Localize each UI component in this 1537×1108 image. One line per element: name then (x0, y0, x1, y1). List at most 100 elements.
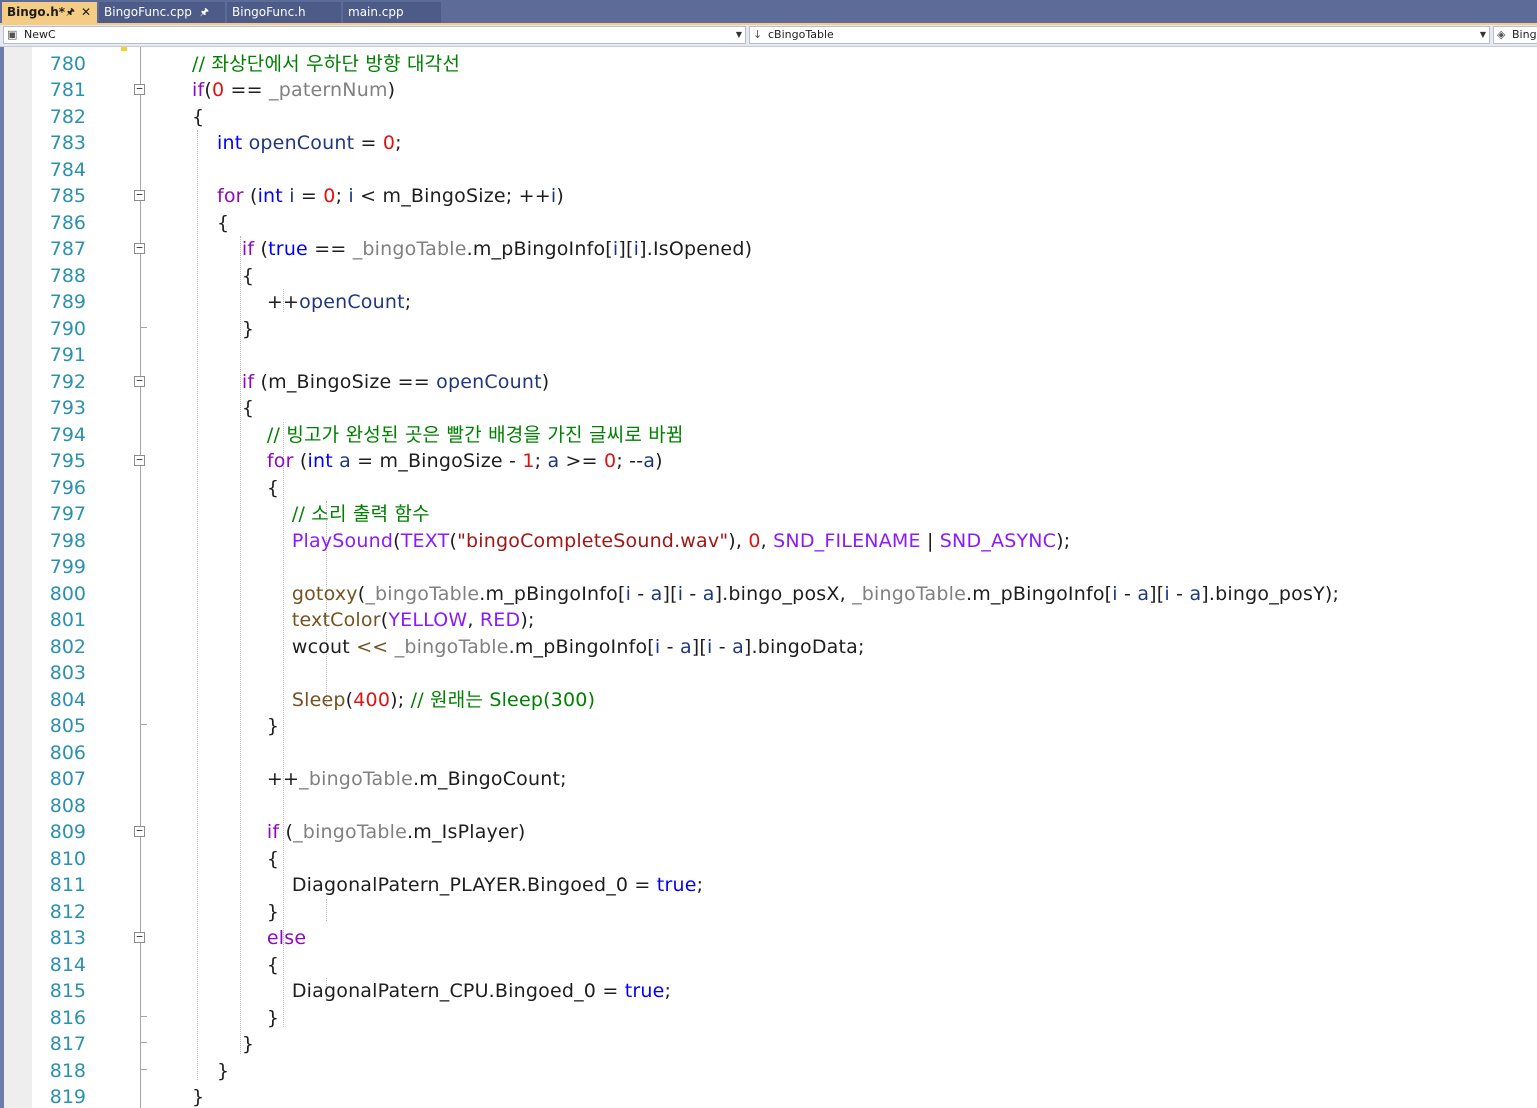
code-line[interactable]: 781 − if(0 == _paternNum) (0, 77, 1537, 104)
chevron-down-icon[interactable]: ▼ (736, 27, 742, 43)
code-text[interactable]: } (192, 1031, 254, 1057)
code-text[interactable]: ++_bingoTable.m_BingoCount; (192, 766, 567, 792)
code-line[interactable]: 793 { (0, 395, 1537, 422)
code-text[interactable]: if (true == _bingoTable.m_pBingoInfo[i][… (192, 236, 752, 262)
tab-bingofunc-cpp[interactable]: BingoFunc.cpp 🖈︎ (99, 2, 225, 23)
code-line[interactable]: 784 (0, 157, 1537, 184)
tab-bingofunc-h[interactable]: BingoFunc.h (227, 2, 341, 23)
code-line[interactable]: 809 − if (_bingoTable.m_IsPlayer) (0, 819, 1537, 846)
code-line[interactable]: 783 int openCount = 0; (0, 130, 1537, 157)
code-line[interactable]: 817 } (0, 1031, 1537, 1058)
code-line[interactable]: 808 (0, 793, 1537, 820)
code-line[interactable]: 792 − if (m_BingoSize == openCount) (0, 369, 1537, 396)
pin-icon[interactable]: 🖈︎ (66, 2, 75, 23)
collapse-toggle-icon[interactable]: − (134, 931, 145, 943)
scope-dropdown[interactable]: ↓ cBingoTable ▼ (749, 26, 1490, 44)
code-text[interactable]: { (192, 210, 229, 236)
code-text[interactable]: } (192, 1084, 204, 1108)
code-line[interactable]: 796 { (0, 475, 1537, 502)
code-line[interactable]: 811 DiagonalPatern_PLAYER.Bingoed_0 = tr… (0, 872, 1537, 899)
code-text[interactable]: if (_bingoTable.m_IsPlayer) (192, 819, 526, 845)
code-line[interactable]: 791 (0, 342, 1537, 369)
member-dropdown[interactable]: ◈ Bing (1493, 26, 1537, 44)
code-text[interactable]: for (int i = 0; i < m_BingoSize; ++i) (192, 183, 564, 209)
pin-icon[interactable]: 🖈︎ (200, 2, 209, 23)
code-text[interactable]: ++openCount; (192, 289, 411, 315)
code-line[interactable]: 794 // 빙고가 완성된 곳은 빨간 배경을 가진 글씨로 바뀜 (0, 422, 1537, 449)
code-text[interactable]: // 빙고가 완성된 곳은 빨간 배경을 가진 글씨로 바뀜 (192, 422, 684, 448)
code-token: ][ (691, 635, 708, 658)
collapse-toggle-icon[interactable]: − (134, 454, 145, 466)
code-token: - (1117, 582, 1138, 605)
code-text[interactable]: } (192, 316, 254, 342)
code-text[interactable]: gotoxy(_bingoTable.m_pBingoInfo[i - a][i… (192, 581, 1339, 607)
code-text[interactable]: if (m_BingoSize == openCount) (192, 369, 549, 395)
code-text[interactable]: // 소리 출력 함수 (192, 501, 430, 527)
code-line[interactable]: 786 { (0, 210, 1537, 237)
code-text[interactable]: { (192, 846, 279, 872)
code-text[interactable]: PlaySound(TEXT("bingoCompleteSound.wav")… (192, 528, 1070, 554)
code-text[interactable]: DiagonalPatern_CPU.Bingoed_0 = true; (192, 978, 671, 1004)
code-text[interactable]: else (192, 925, 306, 951)
code-line[interactable]: 814 { (0, 952, 1537, 979)
code-line[interactable]: 780 // 좌상단에서 우하단 방향 대각선 (0, 51, 1537, 78)
code-line[interactable]: 804 Sleep(400); // 원래는 Sleep(300) (0, 687, 1537, 714)
code-line[interactable]: 797 // 소리 출력 함수 (0, 501, 1537, 528)
tab-main-cpp[interactable]: main.cpp (343, 2, 441, 23)
code-text[interactable]: int openCount = 0; (192, 130, 402, 156)
code-text[interactable]: for (int a = m_BingoSize - 1; a >= 0; --… (192, 448, 663, 474)
chevron-down-icon[interactable]: ▼ (1480, 27, 1486, 43)
collapse-toggle-icon[interactable]: − (134, 189, 145, 201)
code-line[interactable]: 813 − else (0, 925, 1537, 952)
code-text[interactable]: { (192, 104, 204, 130)
code-token: = (354, 132, 383, 154)
code-line[interactable]: 800 gotoxy(_bingoTable.m_pBingoInfo[i - … (0, 581, 1537, 608)
code-line[interactable]: 810 { (0, 846, 1537, 873)
tab-label: main.cpp (348, 5, 404, 19)
code-text[interactable]: { (192, 263, 254, 289)
code-text[interactable]: textColor(YELLOW, RED); (192, 607, 535, 633)
code-line[interactable]: 818 } (0, 1058, 1537, 1085)
code-line[interactable]: 801 textColor(YELLOW, RED); (0, 607, 1537, 634)
code-text[interactable]: } (192, 1058, 229, 1084)
code-line[interactable]: 795 − for (int a = m_BingoSize - 1; a >= … (0, 448, 1537, 475)
code-text[interactable]: Sleep(400); // 원래는 Sleep(300) (192, 687, 595, 713)
code-text[interactable]: { (192, 395, 254, 421)
code-line[interactable]: 788 { (0, 263, 1537, 290)
code-line[interactable]: 785 − for (int i = 0; i < m_BingoSize; ++… (0, 183, 1537, 210)
code-text[interactable]: wcout << _bingoTable.m_pBingoInfo[i - a]… (192, 634, 865, 660)
code-text[interactable]: { (192, 475, 279, 501)
member-dropdown-value: Bing (1512, 28, 1537, 41)
code-line[interactable]: 803 (0, 660, 1537, 687)
code-line[interactable]: 819} (0, 1084, 1537, 1108)
collapse-toggle-icon[interactable]: − (134, 375, 145, 387)
code-line[interactable]: 798 PlaySound(TEXT("bingoCompleteSound.w… (0, 528, 1537, 555)
code-line[interactable]: 802 wcout << _bingoTable.m_pBingoInfo[i … (0, 634, 1537, 661)
code-text[interactable]: } (192, 1005, 279, 1031)
collapse-toggle-icon[interactable]: − (134, 242, 145, 254)
code-editor[interactable]: 780// 좌상단에서 우하단 방향 대각선 781− if(0 == _pater… (0, 47, 1537, 1108)
code-line[interactable]: 782 { (0, 104, 1537, 131)
code-line[interactable]: 805 } (0, 713, 1537, 740)
code-line[interactable]: 789 ++openCount; (0, 289, 1537, 316)
code-line[interactable]: 807 ++_bingoTable.m_BingoCount; (0, 766, 1537, 793)
code-text[interactable]: DiagonalPatern_PLAYER.Bingoed_0 = true; (192, 872, 703, 898)
code-line[interactable]: 787 − if (true == _bingoTable.m_pBingoInf… (0, 236, 1537, 263)
code-line[interactable]: 806 (0, 740, 1537, 767)
code-token: { (192, 397, 255, 419)
code-text[interactable]: { (192, 952, 279, 978)
code-line[interactable]: 816 } (0, 1005, 1537, 1032)
code-line[interactable]: 790 } (0, 316, 1537, 343)
code-text[interactable]: // 좌상단에서 우하단 방향 대각선 (192, 51, 460, 77)
code-text[interactable]: } (192, 713, 279, 739)
code-text[interactable]: if(0 == _paternNum) (192, 77, 395, 103)
collapse-toggle-icon[interactable]: − (134, 83, 145, 95)
code-line[interactable]: 815 DiagonalPatern_CPU.Bingoed_0 = true; (0, 978, 1537, 1005)
close-icon[interactable]: ✕ (81, 2, 91, 23)
code-line[interactable]: 812 } (0, 899, 1537, 926)
code-text[interactable]: } (192, 899, 279, 925)
project-dropdown[interactable]: ▣ NewC ▼ (3, 26, 746, 44)
code-line[interactable]: 799 (0, 554, 1537, 581)
tab-bingo-h[interactable]: Bingo.h* 🖈︎ ✕ (2, 2, 97, 23)
collapse-toggle-icon[interactable]: − (134, 825, 145, 837)
